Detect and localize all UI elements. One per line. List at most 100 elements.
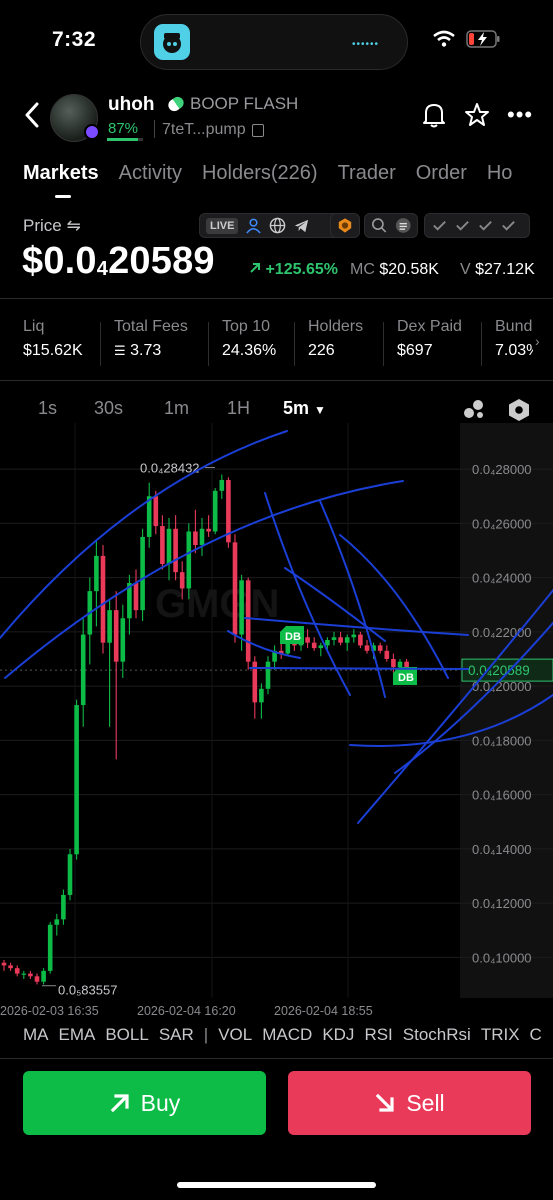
tab-activity[interactable]: Activity [119, 162, 182, 185]
price-label[interactable]: Price ⇋ [23, 216, 81, 236]
lion-icon [338, 218, 352, 233]
annotation-stroke [4, 480, 404, 679]
divider [100, 322, 101, 366]
divider [0, 298, 553, 299]
low-label: 0.0₅83557 [58, 983, 117, 998]
indicator-vol[interactable]: VOL [218, 1025, 252, 1045]
candle-body [186, 531, 192, 589]
arrow-down-right-icon [376, 1093, 394, 1112]
candle-body [140, 536, 145, 611]
interval-1h[interactable]: 1H [227, 398, 250, 419]
candle-body [153, 496, 159, 527]
indicator-rsi[interactable]: RSI [364, 1025, 392, 1045]
indicator-sar[interactable]: SAR [159, 1025, 194, 1045]
scroll-right-icon[interactable]: › [535, 333, 540, 349]
indicator-stochrsi[interactable]: StochRsi [403, 1025, 471, 1045]
bonding-progress-bar [107, 138, 143, 141]
candle-body [80, 634, 86, 706]
buy-button[interactable]: Buy [23, 1071, 266, 1135]
db-marker-label: DB [285, 631, 301, 643]
candle-body [305, 637, 310, 643]
tab-holders[interactable]: Holders(226) [202, 162, 318, 185]
check-icon [502, 221, 515, 231]
candle-body [265, 661, 271, 689]
home-indicator [177, 1182, 376, 1188]
battery-icon [466, 30, 502, 53]
candle-body [173, 528, 178, 573]
candle-body [325, 639, 330, 646]
tab-ho[interactable]: Ho [487, 162, 513, 185]
candle-body [397, 661, 403, 668]
indicator-bar: MA EMA BOLL SAR | VOL MACD KDJ RSI Stoch… [23, 1025, 552, 1045]
address-text: 7teT...pump [162, 121, 246, 138]
y-tick-label: 0.0₄26000 [472, 516, 532, 531]
divider [0, 380, 553, 381]
candle-body [94, 555, 99, 592]
y-tick-label: 0.0₄28000 [472, 462, 532, 477]
indicator-kdj[interactable]: KDJ [322, 1025, 354, 1045]
indicator-more[interactable]: C [530, 1025, 542, 1045]
chain-badge-icon [84, 124, 100, 140]
tab-bar: Markets Activity Holders(226) Trader Ord… [23, 162, 513, 198]
candle-body [107, 610, 112, 643]
back-chevron-icon[interactable] [20, 100, 46, 130]
settings-hex-icon[interactable] [507, 398, 531, 422]
indicator-boll[interactable]: BOLL [105, 1025, 148, 1045]
live-tag[interactable]: LIVE [206, 217, 239, 234]
indicator-macd[interactable]: MACD [262, 1025, 312, 1045]
copy-icon[interactable] [251, 123, 264, 137]
interval-1s[interactable]: 1s [38, 398, 57, 419]
bonding-progress-text: 87% [108, 120, 139, 137]
contract-address[interactable]: 7teT...pump [162, 121, 264, 139]
candle-body [8, 965, 13, 969]
more-icon[interactable]: ••• [507, 104, 533, 126]
tab-order[interactable]: Order [416, 162, 467, 185]
telegram-icon[interactable] [293, 217, 310, 234]
annotation-stroke [244, 617, 469, 636]
candle-body [166, 528, 172, 565]
interval-5m[interactable]: 5m ▼ [283, 398, 326, 419]
globe-icon[interactable] [269, 217, 286, 234]
candle-body [193, 531, 198, 546]
candle-body [318, 645, 324, 649]
candle-body [338, 637, 343, 643]
candle-body [219, 479, 225, 491]
tab-markets[interactable]: Markets [23, 162, 99, 198]
user-icon[interactable] [245, 217, 262, 234]
check-icon [433, 221, 446, 231]
star-icon[interactable] [464, 102, 490, 133]
lion-badge[interactable] [330, 213, 360, 238]
indicator-trix[interactable]: TRIX [481, 1025, 520, 1045]
candle-body [384, 650, 390, 659]
current-price-label: 0.0₄20589 [468, 663, 530, 678]
price-value: $0.0420589 [22, 240, 215, 282]
activity-dots-icon: •••••• [351, 39, 379, 50]
drawing-tools-icon[interactable] [462, 398, 486, 420]
indicator-ema[interactable]: EMA [59, 1025, 96, 1045]
candle-body [67, 854, 73, 895]
app-icon [154, 24, 190, 60]
search-icon[interactable] [371, 217, 388, 234]
candle-body [232, 542, 238, 635]
y-tick-label: 0.0₄10000 [472, 950, 532, 965]
bell-icon[interactable] [422, 102, 446, 133]
indicator-ma[interactable]: MA [23, 1025, 49, 1045]
candle-body [34, 976, 40, 982]
interval-30s[interactable]: 30s [94, 398, 123, 419]
search-tools [364, 213, 418, 238]
check-icon [456, 221, 469, 231]
candle-body [120, 618, 126, 662]
audit-checks[interactable] [424, 213, 530, 238]
price-chart[interactable]: GMGN 0.0₄280000.0₄260000.0₄240000.0₄2200… [0, 423, 553, 1033]
interval-1m[interactable]: 1m [164, 398, 189, 419]
x-tick-label: 2026-02-04 16:20 [137, 1004, 236, 1018]
tab-trader[interactable]: Trader [338, 162, 396, 185]
bonding-progress-fill [107, 138, 139, 141]
annotation-stroke [339, 534, 449, 679]
candle-body [54, 919, 60, 925]
divider [481, 322, 482, 366]
dynamic-island[interactable]: •••••• [140, 14, 408, 70]
sell-button[interactable]: Sell [288, 1071, 531, 1135]
list-icon[interactable] [395, 217, 412, 234]
y-tick-label: 0.0₄24000 [472, 571, 532, 586]
